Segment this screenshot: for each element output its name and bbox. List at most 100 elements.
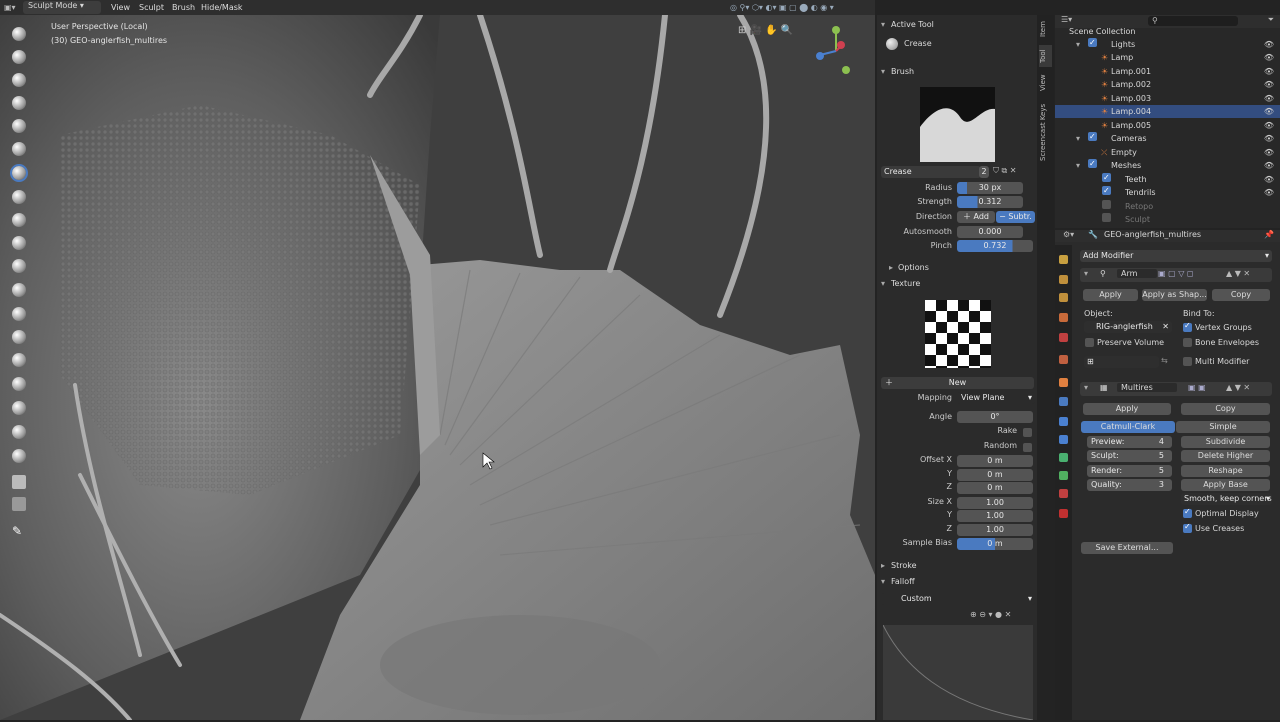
eye-icon[interactable]: 👁 (1264, 92, 1274, 105)
multires-copy-button[interactable]: Copy (1181, 403, 1270, 415)
multires-apply-button[interactable]: Apply (1083, 403, 1171, 415)
physics-tab-icon[interactable] (1059, 435, 1068, 444)
active-tool-section-header[interactable]: ▾ Active Tool (877, 18, 1037, 31)
snake-hook-brush-icon[interactable] (12, 330, 26, 344)
outliner-row-lights[interactable]: ▾Lights👁 (1055, 36, 1280, 51)
armature-apply-as-shape-button[interactable]: Apply as Shap... (1142, 289, 1207, 301)
armature-modifier-name[interactable]: Arm (1117, 269, 1157, 278)
falloff-section-header[interactable]: ▾ Falloff (877, 575, 1037, 588)
outliner-row-sculpt[interactable]: Sculpt (1055, 213, 1280, 226)
eye-icon[interactable]: 👁 (1264, 38, 1274, 51)
data-tab-icon[interactable] (1059, 471, 1068, 480)
mapping-dropdown[interactable]: View Plane ▾ (957, 392, 1035, 404)
tab-tool[interactable]: Tool (1039, 45, 1052, 67)
armature-copy-button[interactable]: Copy (1212, 289, 1270, 301)
tool-tab-icon[interactable] (1059, 255, 1068, 264)
catmull-clark-button[interactable]: Catmull-Clark (1081, 421, 1175, 433)
eye-icon[interactable]: 👁 (1264, 146, 1274, 159)
move-modifier-icons[interactable]: ▲ ▼ ✕ (1226, 269, 1250, 278)
clay-brush-icon[interactable] (12, 73, 26, 87)
draw-sharp-brush-icon[interactable] (12, 50, 26, 64)
stroke-section-header[interactable]: ▸ Stroke (877, 559, 1037, 572)
object-tab-icon[interactable] (1059, 378, 1068, 387)
menu-sculpt[interactable]: Sculpt (139, 1, 164, 14)
offset-z-field[interactable]: 0 m (957, 482, 1033, 494)
tab-item[interactable]: Item (1039, 18, 1052, 40)
direction-subtract-button[interactable]: − Subtr. (996, 211, 1035, 223)
header-right-icons[interactable]: ◎ ⚲▾ ⬡▾ ◐▾ ▣ ▢ ⬤ ◐ ◉ ▾ (730, 1, 870, 14)
size-z-field[interactable]: 1.00 (957, 524, 1033, 536)
menu-view[interactable]: View (111, 1, 130, 14)
eye-icon[interactable]: 👁 (1264, 173, 1274, 186)
random-checkbox[interactable] (1023, 443, 1032, 452)
bone-envelopes-checkbox[interactable] (1183, 338, 1192, 347)
rake-checkbox[interactable] (1023, 428, 1032, 437)
annotate-icon[interactable]: ✎ (12, 524, 26, 538)
crease-brush-icon[interactable] (10, 164, 28, 182)
pinch-field[interactable]: 0.732 (957, 240, 1033, 252)
filter-icon[interactable]: ⏷ (1268, 15, 1274, 25)
armature-object-field[interactable]: RIG-anglerfish ✕ (1084, 321, 1172, 333)
layer-brush-icon[interactable] (12, 119, 26, 133)
box-hide-icon[interactable] (12, 497, 26, 511)
add-modifier-dropdown[interactable]: Add Modifier ▾ (1080, 250, 1272, 262)
radius-field[interactable]: 30 px (957, 182, 1023, 194)
preview-levels-field[interactable]: Preview: 4 (1087, 436, 1172, 448)
tab-screencast-keys[interactable]: Screencast Keys (1039, 99, 1052, 165)
reshape-button[interactable]: Reshape (1181, 465, 1270, 477)
render-tab-icon[interactable] (1059, 275, 1068, 284)
simple-button[interactable]: Simple (1176, 421, 1270, 433)
save-external-button[interactable]: Save External... (1081, 542, 1173, 554)
brush-preview-thumbnail[interactable] (920, 87, 995, 162)
use-creases-checkbox[interactable] (1183, 522, 1192, 533)
3d-viewport[interactable]: User Perspective (Local) (30) GEO-angler… (0, 15, 875, 720)
texture-section-header[interactable]: ▾ Texture (877, 277, 1037, 290)
eye-icon[interactable]: 👁 (1264, 159, 1274, 172)
outliner-row-lamp-003[interactable]: ☀ Lamp.003 👁 (1055, 92, 1280, 105)
particles-tab-icon[interactable] (1059, 417, 1068, 426)
delete-higher-button[interactable]: Delete Higher (1181, 450, 1270, 462)
vertex-groups-checkbox[interactable] (1183, 321, 1192, 332)
preserve-volume-checkbox[interactable] (1085, 338, 1094, 347)
rotate-brush-icon[interactable] (12, 401, 26, 415)
size-x-field[interactable]: 1.00 (957, 497, 1033, 509)
falloff-curve-widget[interactable] (882, 624, 1034, 721)
armature-apply-button[interactable]: Apply (1083, 289, 1138, 301)
mask-brush-icon[interactable] (12, 425, 26, 439)
move-modifier-icons[interactable]: ▲ ▼ ✕ (1226, 383, 1250, 392)
tab-view[interactable]: View (1039, 72, 1052, 94)
draw-brush-icon[interactable] (12, 27, 26, 41)
modifier-visibility-icons[interactable]: ▣ ▣ (1188, 383, 1206, 392)
outliner-row-retopo[interactable]: Retopo (1055, 200, 1280, 213)
mode-selector[interactable]: Sculpt Mode ▾ (23, 1, 101, 14)
thumb-brush-icon[interactable] (12, 353, 26, 367)
constraints-tab-icon[interactable] (1059, 453, 1068, 462)
outliner-row-lamp-004[interactable]: ☀ Lamp.004 👁 (1055, 105, 1280, 118)
optimal-display-checkbox[interactable] (1183, 507, 1192, 518)
uv-smooth-dropdown[interactable]: Smooth, keep corners ▾ (1181, 493, 1272, 505)
scene-tab-icon[interactable] (1059, 333, 1068, 342)
outliner-row-meshes[interactable]: ▾Meshes👁 (1055, 157, 1280, 172)
strength-field[interactable]: 0.312 (957, 196, 1023, 208)
multires-modifier-header[interactable]: ▾ ▦ Multires ▣ ▣ ▲ ▼ ✕ (1080, 382, 1272, 396)
multi-modifier-checkbox[interactable] (1183, 357, 1192, 366)
eye-icon[interactable]: 👁 (1264, 132, 1274, 145)
outliner-row-cameras[interactable]: ▾Cameras👁 (1055, 130, 1280, 145)
pinch-brush-icon[interactable] (12, 283, 26, 297)
eye-icon[interactable]: 👁 (1264, 78, 1274, 91)
menu-hide-mask[interactable]: Hide/Mask (201, 1, 243, 14)
autosmooth-field[interactable]: 0.000 (957, 226, 1023, 238)
texture-preview-thumbnail[interactable] (925, 300, 991, 368)
viewport-nav-icons[interactable]: ⊞ 🎥 ✋ 🔍 (738, 25, 818, 41)
brush-name-field[interactable]: Crease (881, 166, 981, 178)
editor-type-icon[interactable]: ⚙▾ (1063, 230, 1074, 239)
outliner-row-lamp-001[interactable]: ☀ Lamp.001 👁 (1055, 65, 1280, 78)
output-tab-icon[interactable] (1059, 293, 1068, 302)
simplify-brush-icon[interactable] (12, 449, 26, 463)
eye-icon[interactable]: 👁 (1264, 105, 1274, 118)
clay-strips-brush-icon[interactable] (12, 96, 26, 110)
falloff-preset-dropdown[interactable]: Custom ▾ (881, 593, 1035, 605)
flatten-brush-icon[interactable] (12, 213, 26, 227)
world-tab-icon[interactable] (1059, 355, 1068, 364)
outliner-row-lamp[interactable]: ☀ Lamp 👁 (1055, 51, 1280, 64)
